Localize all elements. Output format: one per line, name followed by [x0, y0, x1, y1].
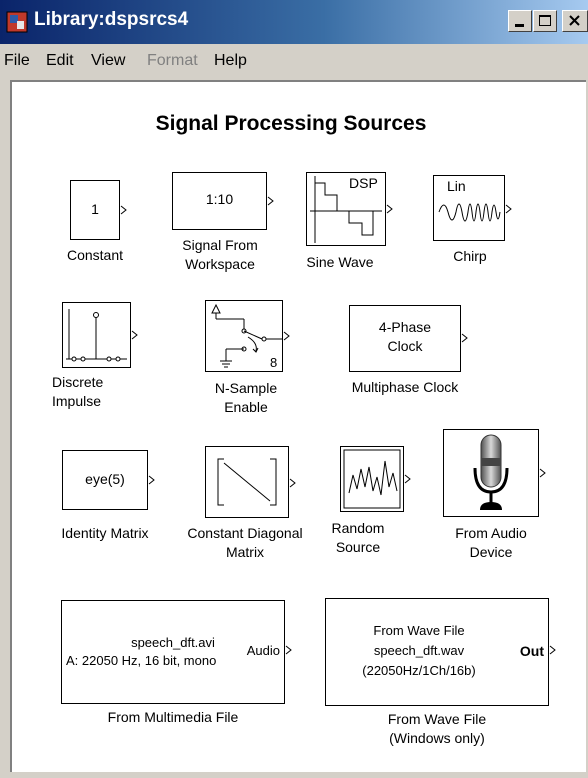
discrete-impulse-icon [66, 309, 127, 362]
title-bar[interactable]: Library:dspsrcs4 [0, 0, 588, 44]
library-title: Signal Processing Sources [155, 112, 427, 135]
output-port-icon [386, 204, 393, 214]
from-wave-file-block[interactable]: From Wave File speech_dft.wav (22050Hz/1… [325, 598, 549, 706]
wave-file-title: From Wave File [373, 623, 465, 638]
from-multimedia-file-block[interactable]: speech_dft.avi A: 22050 Hz, 16 bit, mono… [61, 600, 285, 704]
sine-wave-dsp-text: DSP [349, 175, 378, 191]
multiphase-clock-block[interactable]: 4-Phase Clock [349, 305, 461, 372]
identity-matrix-label: Identity Matrix [61, 525, 149, 541]
signal-from-workspace-label: Signal From Workspace [182, 237, 258, 272]
from-multimedia-file-label: From Multimedia File [107, 709, 239, 725]
signal-from-workspace-block[interactable]: 1:10 [172, 172, 267, 230]
n-sample-enable-label: N-Sample Enable [214, 380, 278, 415]
constant-diagonal-matrix-icon [217, 458, 277, 506]
output-port-icon [283, 331, 290, 341]
signal-from-workspace-icon-text: 1:10 [205, 191, 234, 207]
microphone-icon [473, 434, 509, 510]
from-audio-device-label: From Audio Device [455, 525, 527, 560]
from-audio-device-block[interactable] [443, 429, 539, 517]
output-port-icon [461, 333, 468, 343]
output-port-icon [285, 645, 292, 655]
output-port-icon [505, 204, 512, 214]
random-source-label: Random Source [331, 520, 385, 555]
multiphase-clock-icon-text: 4-Phase Clock [378, 319, 432, 354]
menu-file[interactable]: File [4, 52, 30, 70]
sine-wave-block[interactable]: DSP [306, 172, 386, 246]
window-title: Library:dspsrcs4 [34, 9, 189, 30]
sine-wave-label: Sine Wave [306, 254, 374, 270]
menu-help[interactable]: Help [214, 52, 247, 70]
output-port-icon [267, 196, 274, 206]
constant-block[interactable]: 1 [70, 180, 120, 240]
constant-label: Constant [66, 247, 124, 263]
random-source-block[interactable] [340, 446, 404, 512]
simulink-app-icon[interactable] [6, 11, 28, 33]
menu-view[interactable]: View [91, 52, 125, 70]
close-button[interactable] [562, 10, 588, 32]
constant-icon-text: 1 [91, 201, 99, 217]
maximize-icon [539, 15, 551, 26]
menu-edit[interactable]: Edit [46, 52, 74, 70]
constant-diagonal-matrix-label: Constant Diagonal Matrix [187, 525, 303, 560]
multimedia-format: A: 22050 Hz, 16 bit, mono [66, 653, 217, 668]
n-sample-enable-count: 8 [270, 355, 277, 370]
constant-diagonal-matrix-block[interactable] [205, 446, 289, 518]
identity-matrix-icon-text: eye(5) [85, 471, 125, 487]
output-port-icon [404, 474, 411, 484]
identity-matrix-block[interactable]: eye(5) [62, 450, 148, 510]
multimedia-audio-port-label: Audio [246, 643, 280, 658]
wave-file-filename: speech_dft.wav [373, 643, 465, 658]
chirp-block[interactable]: Lin [433, 175, 505, 241]
multiphase-clock-label: Multiphase Clock [351, 379, 459, 395]
discrete-impulse-label: Discrete Impulse [52, 374, 104, 409]
chirp-icon: Lin [438, 178, 501, 222]
maximize-button[interactable] [533, 10, 557, 32]
output-port-icon [539, 468, 546, 478]
output-port-icon [131, 330, 138, 340]
library-window: Library:dspsrcs4 File Edit View Format H… [0, 0, 588, 778]
menu-format[interactable]: Format [147, 52, 198, 70]
output-port-icon [148, 475, 155, 485]
random-source-icon [343, 449, 401, 509]
output-port-icon [549, 645, 556, 655]
chirp-label: Chirp [453, 248, 487, 264]
chirp-lin-text: Lin [447, 178, 466, 194]
wave-file-out-port-label: Out [519, 643, 544, 659]
wave-file-format: (22050Hz/1Ch/16b) [362, 663, 476, 678]
close-icon [569, 15, 580, 26]
output-port-icon [120, 205, 127, 215]
n-sample-enable-icon: 8 [211, 303, 282, 370]
menu-bar: File Edit View Format Help [0, 44, 588, 78]
sine-wave-icon: DSP [310, 175, 382, 243]
n-sample-enable-block[interactable]: 8 [205, 300, 283, 372]
minimize-icon [515, 24, 524, 27]
discrete-impulse-block[interactable] [62, 302, 131, 368]
from-wave-file-label: From Wave File (Windows only) [387, 711, 487, 746]
minimize-button[interactable] [508, 10, 532, 32]
output-port-icon [289, 478, 296, 488]
